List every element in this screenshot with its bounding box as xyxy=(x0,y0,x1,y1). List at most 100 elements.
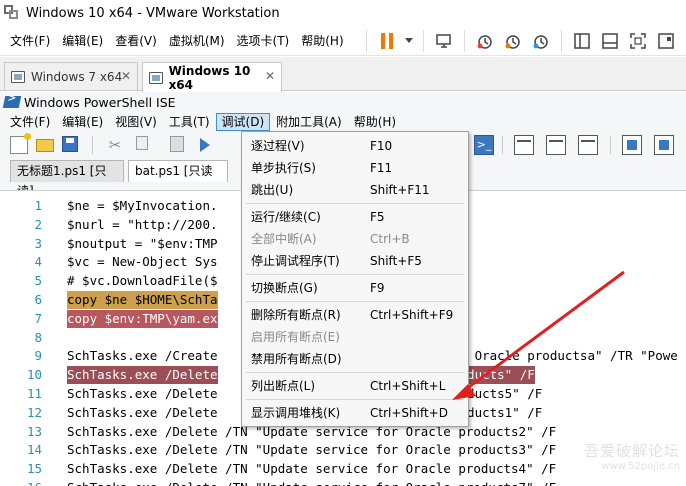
vm-menu-file[interactable]: 文件(F) xyxy=(4,30,56,52)
menu-item-label: 单步执行(S) xyxy=(251,161,316,175)
chevron-down-icon[interactable] xyxy=(403,30,415,52)
run-script-icon[interactable] xyxy=(200,138,210,152)
thumbnail-bar-icon[interactable] xyxy=(598,30,622,52)
menu-separator xyxy=(246,372,464,373)
vmware-toolbar xyxy=(360,29,680,52)
paste-icon[interactable] xyxy=(170,136,184,152)
layout-right-icon[interactable] xyxy=(546,135,566,155)
revert-snapshot-icon[interactable] xyxy=(501,30,525,52)
debug-menu-item: 启用所有断点(E) xyxy=(244,326,466,348)
toolbar-divider xyxy=(560,29,562,52)
menu-item-shortcut: Ctrl+Shift+L xyxy=(370,379,446,393)
menu-item-shortcut: Shift+F5 xyxy=(370,254,422,268)
show-script-pane-icon[interactable] xyxy=(622,135,642,155)
ise-menu-tools[interactable]: 工具(T) xyxy=(163,113,216,131)
tab-windows-10[interactable]: Windows 10 x64 ✕ xyxy=(142,62,282,92)
snapshot-icon[interactable] xyxy=(473,30,497,52)
show-commands-icon[interactable] xyxy=(654,135,674,155)
tab-windows-7[interactable]: Windows 7 x64 ✕ xyxy=(4,62,138,90)
menu-separator xyxy=(246,274,464,275)
line-number: 11 xyxy=(26,386,42,401)
debug-menu-item[interactable]: 逐过程(V) F10 xyxy=(244,135,466,157)
line-number: 9 xyxy=(34,348,42,364)
code-text: # $vc.DownloadFile($ xyxy=(67,273,218,289)
menu-item-label: 跳出(U) xyxy=(251,183,294,197)
fullscreen-icon[interactable] xyxy=(626,30,650,52)
ise-menu-edit[interactable]: 编辑(E) xyxy=(56,113,109,131)
send-ctrl-alt-del-icon[interactable] xyxy=(432,30,456,52)
toolbar-divider xyxy=(502,136,503,154)
vm-menu-view[interactable]: 查看(V) xyxy=(109,30,163,52)
vm-menu-edit[interactable]: 编辑(E) xyxy=(56,30,109,52)
tab-label: Windows 10 x64 xyxy=(168,63,251,92)
sidebar-toggle-icon[interactable] xyxy=(570,30,594,52)
console-icon[interactable]: >_ xyxy=(474,135,494,155)
pause-icon[interactable] xyxy=(375,30,399,52)
layout-max-icon[interactable] xyxy=(578,135,598,155)
new-file-icon[interactable] xyxy=(10,133,31,154)
vm-menu-help[interactable]: 帮助(H) xyxy=(295,30,349,52)
line-number: 1 xyxy=(34,198,42,213)
script-tab-untitled[interactable]: 无标题1.ps1 [只读] xyxy=(10,160,124,198)
debug-menu-item[interactable]: 删除所有断点(R) Ctrl+Shift+F9 xyxy=(244,304,466,326)
code-text: $vc = New-Object Sys xyxy=(67,254,218,270)
close-icon[interactable]: ✕ xyxy=(121,69,131,83)
close-icon[interactable]: ✕ xyxy=(265,69,275,83)
code-text: $nurl = "http://200. xyxy=(67,216,218,232)
line-number: 4 xyxy=(34,254,42,270)
ise-menu-view[interactable]: 视图(V) xyxy=(109,113,163,131)
vm-tab-strip: Windows 7 x64 ✕ Windows 10 x64 ✕ xyxy=(0,57,686,92)
debug-menu-item[interactable]: 停止调试程序(T) Shift+F5 xyxy=(244,250,466,272)
menu-item-label: 显示调用堆栈(K) xyxy=(251,406,341,420)
line-number: 15 xyxy=(26,461,42,477)
toolbar-divider xyxy=(610,136,611,154)
debug-menu-item[interactable]: 跳出(U) Shift+F11 xyxy=(244,179,466,201)
ise-menu-debug[interactable]: 调试(D) xyxy=(215,113,271,131)
debug-menu-item[interactable]: 禁用所有断点(D) xyxy=(244,348,466,370)
vm-menu-vm[interactable]: 虚拟机(M) xyxy=(163,30,231,52)
debug-menu-item[interactable]: 切换断点(G) F9 xyxy=(244,277,466,299)
ise-menu-help[interactable]: 帮助(H) xyxy=(348,113,402,131)
debug-menu-item[interactable]: 运行/继续(C) F5 xyxy=(244,206,466,228)
layout-top-icon[interactable] xyxy=(514,135,534,155)
snapshot-manager-icon[interactable] xyxy=(529,30,553,52)
toolbar-divider xyxy=(463,29,465,52)
vm-menu-tabs[interactable]: 选项卡(T) xyxy=(231,30,296,52)
code-text: SchTasks.exe /Create xyxy=(67,348,218,364)
line-number: 8 xyxy=(34,329,42,345)
menu-item-label: 启用所有断点(E) xyxy=(251,330,340,344)
code-line: 16 SchTasks.exe /Delete /TN "Update servi… xyxy=(0,479,686,486)
open-folder-icon[interactable] xyxy=(36,139,54,152)
save-icon[interactable] xyxy=(62,136,78,152)
vm-icon xyxy=(149,71,163,84)
menu-item-shortcut: F9 xyxy=(370,281,385,295)
vmware-title-bar: Windows 10 x64 - VMware Workstation xyxy=(0,0,686,26)
menu-item-label: 逐过程(V) xyxy=(251,139,305,153)
line-number: 6 xyxy=(34,292,42,307)
ise-menu-addons[interactable]: 附加工具(A) xyxy=(270,113,348,131)
ise-menu-file[interactable]: 文件(F) xyxy=(4,113,56,131)
debug-menu-item[interactable]: 列出断点(L) Ctrl+Shift+L xyxy=(244,375,466,397)
vmware-menu-bar: 文件(F) 编辑(E) 查看(V) 虚拟机(M) 选项卡(T) 帮助(H) xyxy=(0,26,686,56)
menu-item-label: 全部中断(A) xyxy=(251,232,317,246)
code-text-tail: or Oracle productsa" /TR "Powe xyxy=(452,348,678,364)
vm-icon xyxy=(11,70,25,83)
code-text: $ne = $MyInvocation. xyxy=(67,198,218,213)
watermark: 吾爱破解论坛 www.52pojie.cn xyxy=(584,440,680,472)
tab-label: Windows 7 x64 xyxy=(31,69,123,84)
copy-icon[interactable] xyxy=(136,136,148,150)
toolbar-divider xyxy=(92,136,93,154)
menu-separator xyxy=(246,301,464,302)
script-tab-bat[interactable]: bat.ps1 [只读 xyxy=(128,160,228,182)
menu-item-shortcut: F10 xyxy=(370,139,393,153)
code-text: SchTasks.exe /Delete /TN "Update service… xyxy=(67,442,557,458)
unity-icon[interactable] xyxy=(654,30,678,52)
debug-menu-item[interactable]: 单步执行(S) F11 xyxy=(244,157,466,179)
vmware-logo-icon xyxy=(4,5,20,21)
debug-menu-item[interactable]: 显示调用堆栈(K) Ctrl+Shift+D xyxy=(244,402,466,424)
cut-icon[interactable]: ✂ xyxy=(106,136,124,154)
ise-title-bar: Windows PowerShell ISE xyxy=(0,92,686,112)
ise-menu-bar: 文件(F) 编辑(E) 视图(V) 工具(T) 调试(D) 附加工具(A) 帮助… xyxy=(0,112,686,132)
menu-item-shortcut: F11 xyxy=(370,161,393,175)
menu-item-label: 停止调试程序(T) xyxy=(251,254,340,268)
